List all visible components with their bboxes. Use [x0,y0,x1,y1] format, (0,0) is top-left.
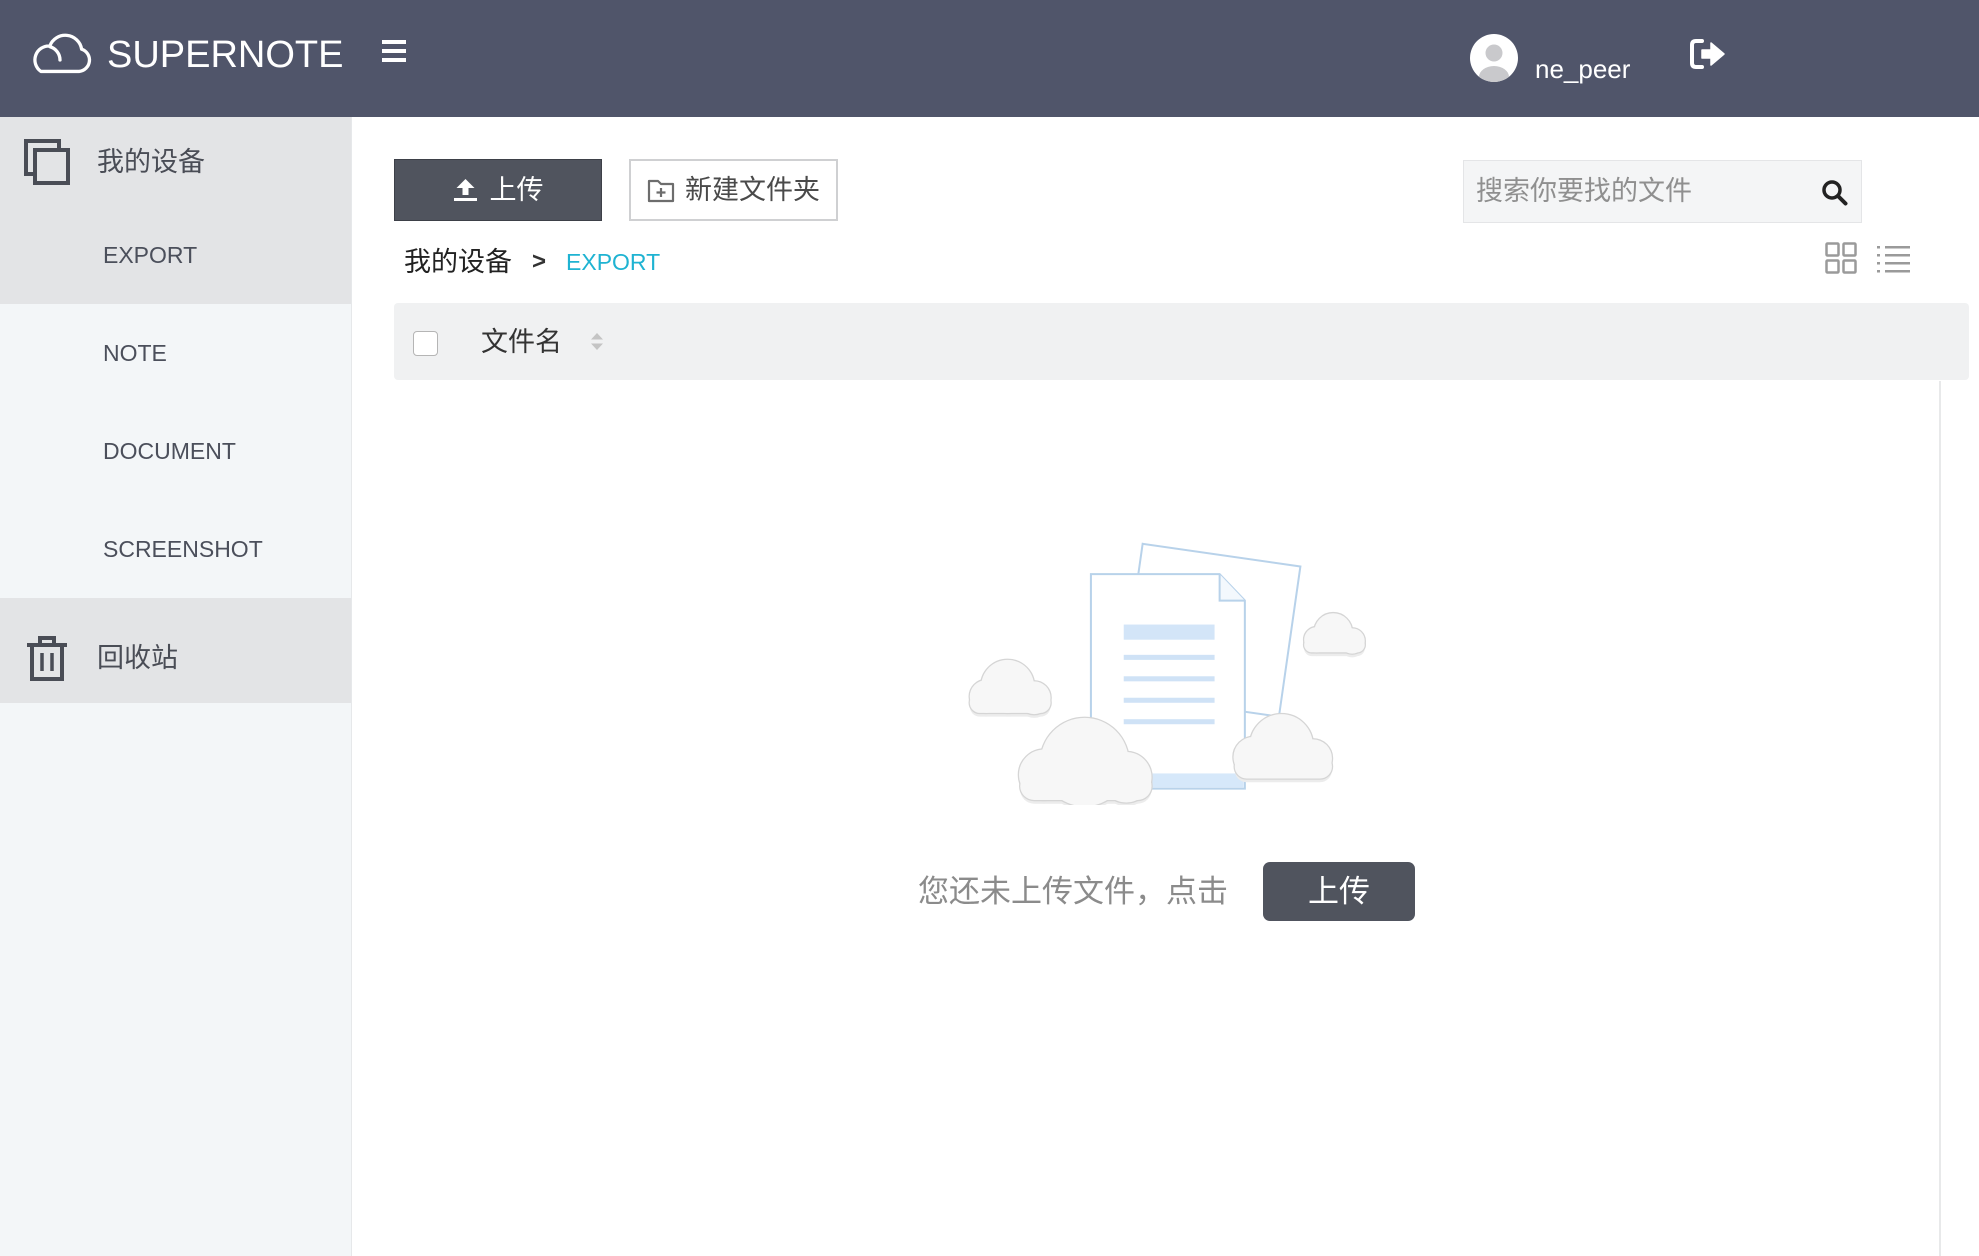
cloud-graphic [968,658,1052,718]
breadcrumb-item-my-devices[interactable]: 我的设备 [404,245,512,279]
cloud-logo-icon [33,33,92,74]
sidebar-item-label: 回收站 [97,642,178,673]
trash-icon [23,634,71,682]
sidebar-item-label: EXPORT [103,241,198,268]
sidebar-item-label: SCREENSHOT [103,535,263,562]
empty-files-illustration [968,542,1366,805]
empty-state-upload-button[interactable]: 上传 [1263,862,1415,921]
sidebar-item-document[interactable]: DOCUMENT [0,402,351,500]
username: ne_peer [1535,54,1631,84]
device-icon [23,138,71,186]
sidebar-group-label: 我的设备 [97,146,205,177]
new-folder-button[interactable]: 新建文件夹 [629,159,838,221]
upload-button-label: 上传 [489,175,544,205]
sidebar-item-screenshot[interactable]: SCREENSHOT [0,500,351,598]
breadcrumb: 我的设备 > EXPORT [404,245,660,279]
user-menu[interactable]: ne_peer [1470,30,1650,88]
cloud-graphic [1232,712,1334,783]
empty-state-upload-label: 上传 [1308,873,1370,909]
sidebar-item-recycle-bin[interactable]: 回收站 [0,598,351,703]
select-all-checkbox[interactable] [413,331,438,356]
grid-view-icon[interactable] [1825,242,1857,274]
list-view-icon[interactable] [1877,244,1910,274]
sidebar-group-my-devices[interactable]: 我的设备 [0,117,351,206]
folder-plus-icon [647,179,675,203]
user-avatar-icon [1470,34,1518,82]
new-folder-button-label: 新建文件夹 [685,175,820,205]
upload-icon [453,179,477,201]
sidebar-item-export[interactable]: EXPORT [0,206,351,304]
sort-icon[interactable] [588,330,606,353]
breadcrumb-separator: > [532,248,547,275]
sidebar-item-label: NOTE [103,339,167,366]
top-bar: SUPERNOTE ne_peer [0,0,1979,117]
sidebar: 我的设备 EXPORT NOTE DOCUMENT SCREENSHOT 回收站 [0,117,352,1256]
sidebar-item-note[interactable]: NOTE [0,304,351,402]
sidebar-item-label: DOCUMENT [103,437,236,464]
cloud-graphic [1302,611,1366,658]
logo-text: SUPERNOTE [107,34,344,76]
column-header-label: 文件名 [481,326,562,357]
logout-icon[interactable] [1689,37,1727,71]
column-header-filename[interactable]: 文件名 [481,303,606,380]
upload-button[interactable]: 上传 [394,159,602,221]
search-input[interactable] [1464,161,1804,222]
table-scroll-divider [1939,381,1941,1256]
empty-state-message: 您还未上传文件，点击 [918,874,1228,909]
hamburger-menu-icon[interactable] [382,40,406,62]
search-icon[interactable] [1821,179,1848,206]
breadcrumb-item-current[interactable]: EXPORT [566,245,660,279]
search-box [1463,160,1862,223]
app-logo[interactable]: SUPERNOTE [0,0,350,117]
file-table-header: 文件名 [394,303,1969,380]
